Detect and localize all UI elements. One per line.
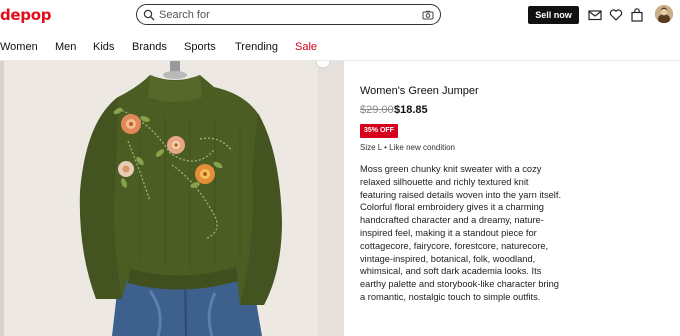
original-price: $29.00 bbox=[360, 104, 394, 116]
sell-now-button[interactable]: Sell now bbox=[528, 6, 579, 24]
search-icon bbox=[143, 9, 155, 21]
nav-trending[interactable]: Trending bbox=[235, 41, 278, 53]
search-input[interactable] bbox=[159, 7, 409, 22]
top-header: depop Sell now bbox=[0, 0, 680, 32]
nav-men[interactable]: Men bbox=[55, 41, 76, 53]
nav-women[interactable]: Women bbox=[0, 41, 38, 53]
camera-icon[interactable] bbox=[422, 9, 434, 21]
nav-sale[interactable]: Sale bbox=[295, 41, 317, 53]
depop-logo[interactable]: depop bbox=[0, 6, 52, 24]
embroidery-flower-3 bbox=[118, 161, 134, 177]
product-description: Moss green chunky knit sweater with a co… bbox=[360, 164, 562, 302]
embroidery-flower-1 bbox=[121, 114, 141, 134]
discount-badge: 35% OFF bbox=[360, 124, 398, 138]
nav-kids[interactable]: Kids bbox=[93, 41, 114, 53]
product-image[interactable] bbox=[0, 61, 344, 336]
nav-brands[interactable]: Brands bbox=[132, 41, 167, 53]
sale-price: $18.85 bbox=[394, 104, 428, 116]
sweater-photo bbox=[0, 61, 344, 336]
category-nav: Women Men Kids Brands Sports Trending Sa… bbox=[0, 36, 680, 58]
shopping-bag-icon[interactable] bbox=[630, 8, 644, 22]
avatar-image bbox=[655, 5, 673, 23]
embroidery-flower-2 bbox=[167, 136, 185, 154]
product-title: Women's Green Jumper bbox=[360, 85, 479, 97]
heart-icon[interactable] bbox=[609, 8, 623, 22]
nav-sports[interactable]: Sports bbox=[184, 41, 216, 53]
search-bar[interactable] bbox=[136, 4, 441, 25]
user-avatar[interactable] bbox=[655, 5, 673, 23]
embroidery-flower-4 bbox=[195, 164, 215, 184]
size-condition: Size L • Like new condition bbox=[360, 143, 456, 152]
mail-icon[interactable] bbox=[588, 8, 602, 22]
